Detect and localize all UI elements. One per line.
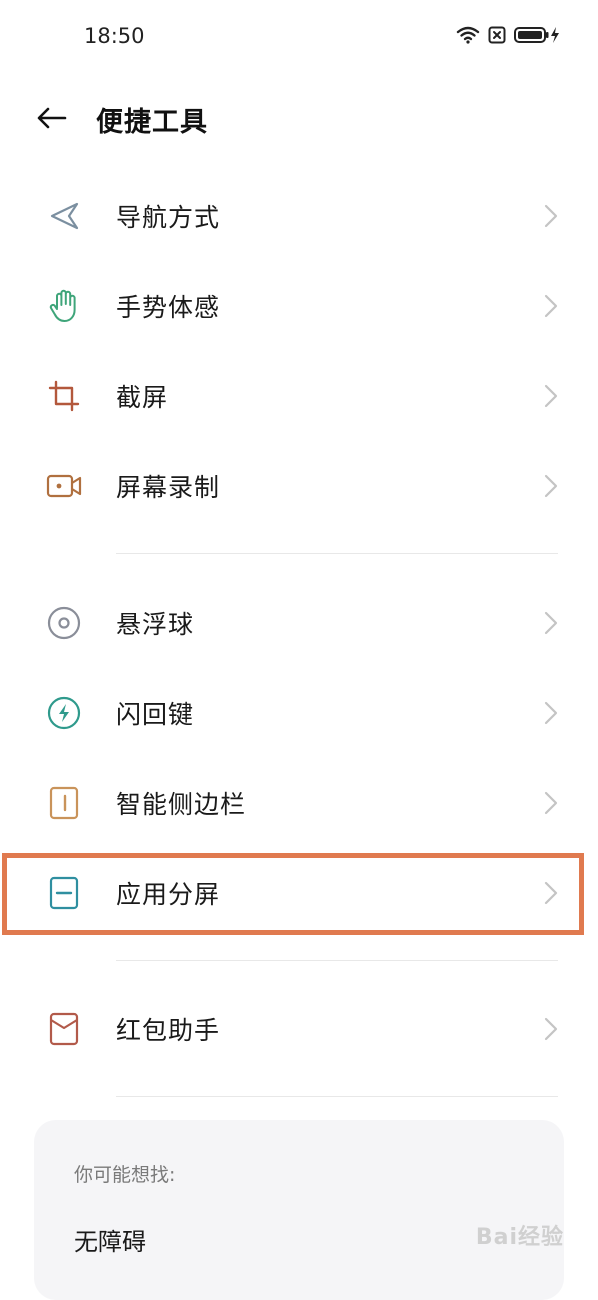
hand-gesture-icon	[44, 286, 84, 326]
list-item-floating-ball[interactable]: 悬浮球	[0, 577, 598, 667]
list-item-split-screen[interactable]: 应用分屏	[0, 847, 598, 937]
page-title: 便捷工具	[96, 107, 208, 138]
item-label: 应用分屏	[116, 880, 221, 909]
item-label: 闪回键	[116, 700, 195, 729]
chevron-right-icon	[544, 474, 558, 498]
chevron-right-icon	[544, 611, 558, 635]
smart-sidebar-icon	[44, 783, 84, 823]
status-icons	[456, 26, 560, 48]
item-label: 智能侧边栏	[116, 790, 247, 819]
chevron-right-icon	[544, 701, 558, 725]
list-item-smart-sidebar[interactable]: 智能侧边栏	[0, 757, 598, 847]
split-screen-icon	[44, 873, 84, 913]
navigation-arrow-icon	[44, 196, 84, 236]
chevron-right-icon	[544, 294, 558, 318]
red-envelope-icon	[44, 1009, 84, 1049]
item-label: 截屏	[116, 383, 169, 412]
divider	[116, 553, 558, 554]
item-label: 手势体感	[116, 293, 221, 322]
item-label: 导航方式	[116, 203, 221, 232]
list-item-red-envelope[interactable]: 红包助手	[0, 983, 598, 1073]
status-bar: 18:50	[0, 0, 598, 76]
list-item-navigation[interactable]: 导航方式	[0, 170, 598, 260]
item-label: 红包助手	[116, 1016, 221, 1045]
battery-charging-icon	[514, 26, 560, 48]
no-sim-icon	[488, 26, 506, 48]
suggestion-card: 你可能想找: 无障碍	[34, 1120, 564, 1300]
divider	[116, 960, 558, 961]
screen-record-icon	[44, 466, 84, 506]
list-item-flashback[interactable]: 闪回键	[0, 667, 598, 757]
item-label: 屏幕录制	[116, 473, 221, 502]
chevron-right-icon	[544, 384, 558, 408]
watermark: Bai经验	[475, 1225, 564, 1250]
suggestion-item-accessibility[interactable]: 无障碍	[74, 1222, 146, 1257]
back-button[interactable]	[30, 98, 74, 142]
list-item-screenshot[interactable]: 截屏	[0, 350, 598, 440]
crop-screenshot-icon	[44, 376, 84, 416]
list-item-screen-record[interactable]: 屏幕录制	[0, 440, 598, 530]
divider	[116, 1096, 558, 1097]
item-label: 悬浮球	[116, 610, 195, 639]
chevron-right-icon	[544, 1017, 558, 1041]
back-arrow-icon	[37, 107, 67, 133]
list-item-gestures[interactable]: 手势体感	[0, 260, 598, 350]
floating-ball-icon	[44, 603, 84, 643]
flashback-lightning-icon	[44, 693, 84, 733]
chevron-right-icon	[544, 791, 558, 815]
status-time: 18:50	[84, 24, 145, 48]
chevron-right-icon	[544, 204, 558, 228]
chevron-right-icon	[544, 881, 558, 905]
wifi-icon	[456, 26, 480, 48]
header: 便捷工具	[0, 88, 598, 150]
suggestion-title: 你可能想找:	[74, 1164, 176, 1186]
